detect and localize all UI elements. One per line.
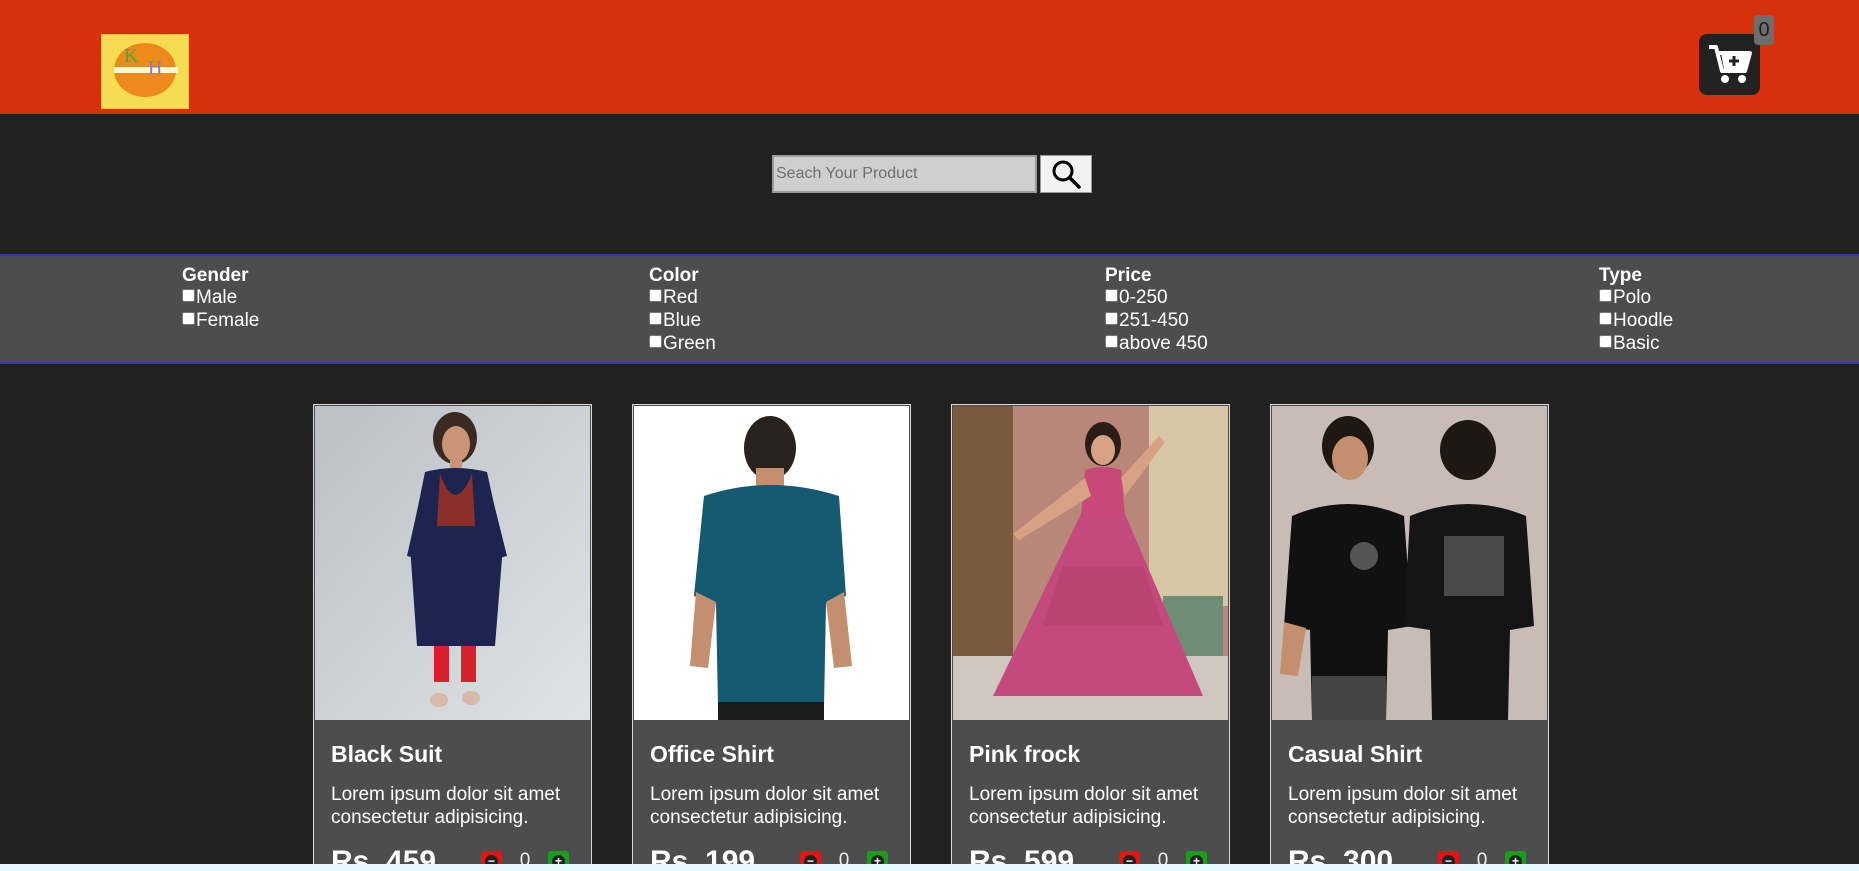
option-label: 0-250 bbox=[1119, 287, 1168, 308]
filter-option-251-450[interactable]: 251-450 bbox=[1105, 309, 1208, 332]
product-title: Black Suit bbox=[331, 741, 443, 767]
filter-option-red[interactable]: Red bbox=[649, 286, 716, 309]
product-card[interactable]: Casual Shirt Lorem ipsum dolor sit amet … bbox=[1270, 404, 1549, 871]
product-description: Lorem ipsum dolor sit amet consectetur a… bbox=[1288, 784, 1518, 828]
filter-bar: Gender Male Female Color Red Blue Green … bbox=[0, 254, 1859, 364]
product-card[interactable]: Office Shirt Lorem ipsum dolor sit amet … bbox=[632, 404, 911, 871]
product-card[interactable]: Black Suit Lorem ipsum dolor sit amet co… bbox=[313, 404, 592, 871]
search-input[interactable] bbox=[772, 155, 1037, 193]
site-header: K H 0 bbox=[0, 0, 1859, 114]
filter-option-blue[interactable]: Blue bbox=[649, 309, 716, 332]
search-button[interactable] bbox=[1040, 155, 1092, 193]
cart-count-badge: 0 bbox=[1754, 15, 1774, 45]
product-image[interactable] bbox=[315, 406, 590, 720]
checkbox[interactable] bbox=[1105, 312, 1118, 325]
filter-title: Type bbox=[1599, 265, 1642, 286]
option-label: Hoodle bbox=[1613, 310, 1674, 331]
brand-logo[interactable]: K H bbox=[101, 34, 189, 109]
checkbox[interactable] bbox=[1105, 335, 1118, 348]
option-label: Male bbox=[196, 287, 238, 308]
option-label: Blue bbox=[663, 310, 702, 331]
product-description: Lorem ipsum dolor sit amet consectetur a… bbox=[331, 784, 561, 828]
product-image[interactable] bbox=[953, 406, 1228, 720]
option-label: Green bbox=[663, 333, 716, 354]
option-label: Basic bbox=[1613, 333, 1660, 354]
cart-button[interactable] bbox=[1699, 34, 1760, 95]
filter-group-type: Type Polo Hoodle Basic bbox=[1599, 265, 1673, 355]
product-image[interactable] bbox=[634, 406, 909, 720]
product-description: Lorem ipsum dolor sit amet consectetur a… bbox=[969, 784, 1199, 828]
filter-title: Gender bbox=[182, 265, 249, 286]
search-bar bbox=[772, 155, 1092, 193]
search-icon bbox=[1052, 160, 1081, 189]
filter-group-gender: Gender Male Female bbox=[182, 265, 259, 332]
option-label: above 450 bbox=[1119, 333, 1208, 354]
filter-option-female[interactable]: Female bbox=[182, 309, 259, 332]
filter-option-0-250[interactable]: 0-250 bbox=[1105, 286, 1208, 309]
option-label: Polo bbox=[1613, 287, 1652, 308]
filter-group-color: Color Red Blue Green bbox=[649, 265, 716, 355]
option-label: 251-450 bbox=[1119, 310, 1189, 331]
checkbox[interactable] bbox=[1599, 335, 1612, 348]
option-label: Red bbox=[663, 287, 698, 308]
filter-group-price: Price 0-250 251-450 above 450 bbox=[1105, 265, 1208, 355]
product-description: Lorem ipsum dolor sit amet consectetur a… bbox=[650, 784, 880, 828]
filter-title: Color bbox=[649, 265, 699, 286]
product-image[interactable] bbox=[1272, 406, 1547, 720]
checkbox[interactable] bbox=[1105, 289, 1118, 302]
checkbox[interactable] bbox=[1599, 312, 1612, 325]
filter-option-basic[interactable]: Basic bbox=[1599, 332, 1673, 355]
product-title: Pink frock bbox=[969, 741, 1081, 767]
checkbox[interactable] bbox=[1599, 289, 1612, 302]
product-title: Casual Shirt bbox=[1288, 741, 1423, 767]
bottom-edge bbox=[0, 864, 1859, 871]
filter-option-male[interactable]: Male bbox=[182, 286, 259, 309]
filter-option-hoodle[interactable]: Hoodle bbox=[1599, 309, 1673, 332]
filter-option-green[interactable]: Green bbox=[649, 332, 716, 355]
option-label: Female bbox=[196, 310, 260, 331]
product-card[interactable]: Pink frock Lorem ipsum dolor sit amet co… bbox=[951, 404, 1230, 871]
filter-option-polo[interactable]: Polo bbox=[1599, 286, 1673, 309]
checkbox[interactable] bbox=[182, 289, 195, 302]
filter-option-above-450[interactable]: above 450 bbox=[1105, 332, 1208, 355]
checkbox[interactable] bbox=[649, 312, 662, 325]
logo-mark: K bbox=[124, 45, 139, 67]
cart-plus-icon bbox=[1709, 45, 1752, 83]
checkbox[interactable] bbox=[182, 312, 195, 325]
logo-mark: H bbox=[148, 57, 163, 79]
checkbox[interactable] bbox=[649, 335, 662, 348]
filter-title: Price bbox=[1105, 265, 1152, 286]
checkbox[interactable] bbox=[649, 289, 662, 302]
product-title: Office Shirt bbox=[650, 741, 774, 767]
